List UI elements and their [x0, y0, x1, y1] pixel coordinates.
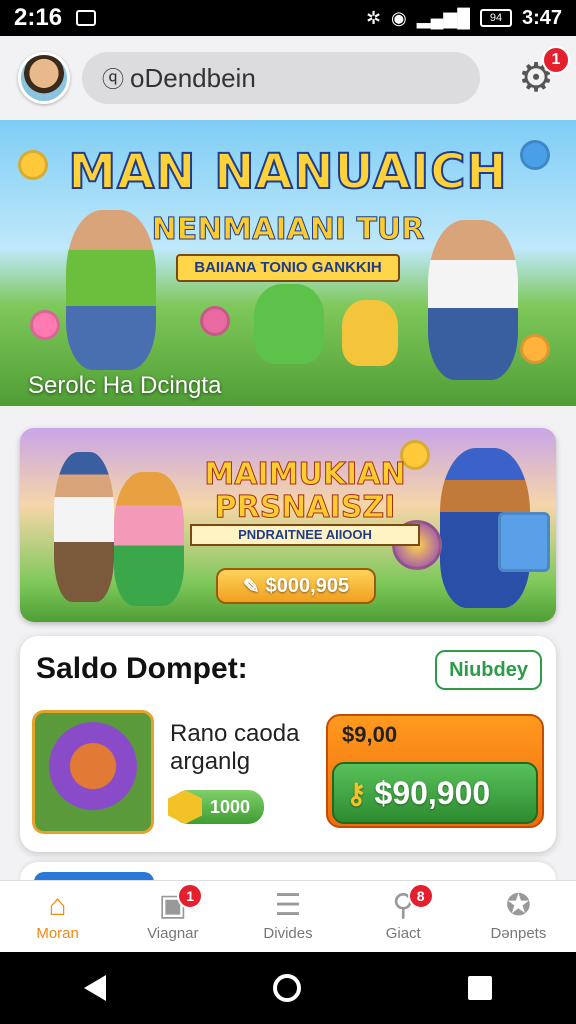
price-small: $9,00 [342, 722, 398, 747]
promo-title: MAIMUKIAN PRSNAISZI [204, 457, 406, 525]
recent-apps-icon[interactable] [468, 976, 493, 1000]
nav-item-wallet[interactable]: ✪ Dənpets [461, 881, 576, 952]
nav-badge: 1 [177, 883, 204, 909]
status-bar: 2:16 ✲ ◉ ▂▄▆█ 94 3:47 [0, 0, 576, 36]
key-icon: ⚷ [346, 777, 367, 809]
buy-button[interactable]: ⚷ $90,900 [332, 762, 538, 824]
yellow-cat-character [342, 300, 398, 366]
hero-banner[interactable]: MAN NANUAICH NENMAIANI TUR BAIIANA TONIO… [0, 120, 576, 406]
signal-icon: ▂▄▆█ [416, 7, 470, 28]
nav-label: Divides [263, 925, 313, 942]
promo-banner[interactable]: MAIMUKIAN PRSNAISZI PNDRAITNEE AIIOOH ✎ … [20, 428, 556, 622]
coin-decoration [30, 310, 60, 340]
system-nav-bar [0, 952, 576, 1024]
wallet-title: Saldo Dompet: [36, 652, 248, 685]
hero-ribbon: BAIIANA TONIO GANKKIH [176, 254, 400, 282]
hero-title: MAN NANUAICH [67, 143, 508, 201]
search-icon: ⓠ [102, 67, 125, 92]
nav-label: Dənpets [490, 925, 547, 942]
wifi-icon: ◉ [391, 7, 407, 28]
game-thumbnail[interactable] [32, 710, 154, 834]
nav-item-home[interactable]: ⌂ Moran [0, 881, 115, 952]
gift-box-decoration [498, 512, 550, 572]
coin-balance: 1000 [209, 797, 250, 817]
home-icon: ⌂ [48, 889, 67, 922]
app-header: ⓠ oDendbein ⚙ 1 [0, 36, 576, 120]
nav-label: Giact [385, 925, 421, 942]
wallet-action-chip[interactable]: Niubdey [435, 650, 542, 690]
pencil-icon: ✎ [242, 575, 260, 598]
status-icons: ✲ ◉ ▂▄▆█ 94 3:47 [366, 7, 562, 30]
price-main: $90,900 [374, 774, 491, 811]
coin-decoration [200, 306, 230, 336]
search-input[interactable]: ⓠ oDendbein [82, 52, 480, 104]
coin-decoration [520, 334, 550, 364]
game-name: Rano caoda arganlg [170, 720, 300, 775]
hero-subtitle: NENMAIANI TUR [151, 212, 425, 248]
bottom-nav: ⌂ Moran ▣ 1 Viagnar ☰ Divides ⚲ 8 Giact … [0, 880, 576, 952]
wallet-card: Saldo Dompet: Niubdey Rano caoda arganlg… [20, 636, 556, 852]
hero-caption: Serolc Ha Dcingta [28, 372, 222, 399]
price-box[interactable]: $9,00 ⚷ $90,900 [326, 714, 544, 828]
battery-icon: 94 [479, 9, 512, 27]
nav-item-games[interactable]: ▣ 1 Viagnar [115, 881, 230, 952]
nav-item-list[interactable]: ☰ Divides [230, 881, 345, 952]
promo-price: $000,905 [265, 574, 350, 597]
list-icon: ☰ [274, 889, 302, 922]
coin-balance-chip: 1000 [168, 790, 264, 824]
status-clock: 3:47 [521, 6, 562, 29]
explorer-boy-character [54, 452, 114, 602]
gold-coin-icon [168, 790, 202, 824]
nav-label: Viagnar [147, 925, 199, 942]
settings-button[interactable]: ⚙ 1 [514, 46, 570, 100]
star-badge-icon: ✪ [505, 889, 531, 922]
nav-label: Moran [36, 925, 79, 942]
nav-item-search[interactable]: ⚲ 8 Giact [346, 881, 461, 952]
settings-badge: 1 [542, 46, 570, 74]
promo-price-button[interactable]: ✎ $000,905 [216, 568, 376, 604]
vibrate-icon: ✲ [365, 7, 382, 28]
home-button-icon[interactable] [272, 974, 301, 1002]
notification-icon [76, 10, 97, 26]
promo-ribbon: PNDRAITNEE AIIOOH [190, 524, 420, 546]
nav-badge: 8 [407, 883, 434, 909]
status-time: 2:16 [14, 4, 63, 31]
back-icon[interactable] [83, 975, 106, 1001]
search-text: oDendbein [130, 62, 256, 93]
green-cat-character [254, 284, 324, 364]
avatar[interactable] [18, 52, 70, 104]
